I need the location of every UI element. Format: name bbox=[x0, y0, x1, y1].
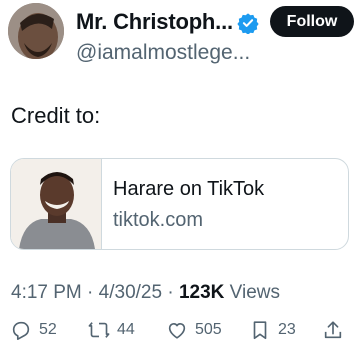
link-card-thumbnail bbox=[11, 159, 102, 249]
thumbnail-image bbox=[11, 159, 101, 249]
tweet-text: Credit to: bbox=[11, 103, 101, 128]
views-label: Views bbox=[224, 282, 280, 303]
reply-icon bbox=[12, 321, 30, 340]
tweet-date[interactable]: 4/30/25 bbox=[99, 282, 162, 303]
link-card-title: Harare on TikTok bbox=[113, 178, 265, 200]
avatar-image bbox=[8, 3, 64, 59]
display-name[interactable]: Mr. Christoph... bbox=[76, 9, 233, 35]
follow-button[interactable]: Follow bbox=[270, 6, 354, 37]
like-icon bbox=[168, 322, 186, 339]
reply-count: 52 bbox=[39, 321, 57, 338]
link-card[interactable]: Harare on TikTok tiktok.com bbox=[10, 158, 349, 250]
views-count: 123K bbox=[178, 282, 225, 303]
share-button[interactable] bbox=[322, 319, 351, 341]
link-card-domain: tiktok.com bbox=[113, 209, 204, 231]
meta-separator: · bbox=[81, 282, 99, 303]
bookmark-count: 23 bbox=[278, 321, 296, 338]
reply-button[interactable]: 52 bbox=[10, 319, 57, 341]
like-button[interactable]: 505 bbox=[166, 319, 222, 341]
user-handle[interactable]: @iamalmostlege... bbox=[76, 41, 250, 65]
tweet-meta: 4:17 PM · 4/30/25 · 123K Views bbox=[11, 282, 280, 304]
repost-button[interactable]: 44 bbox=[88, 319, 135, 341]
tweet-time[interactable]: 4:17 PM bbox=[11, 282, 82, 303]
repost-icon bbox=[88, 322, 110, 338]
share-icon bbox=[324, 321, 342, 339]
bookmark-button[interactable]: 23 bbox=[249, 319, 296, 341]
meta-separator: · bbox=[162, 282, 179, 303]
like-count: 505 bbox=[195, 321, 222, 338]
repost-count: 44 bbox=[117, 321, 135, 338]
verified-badge-icon bbox=[237, 13, 259, 34]
bookmark-icon bbox=[253, 321, 267, 340]
avatar[interactable] bbox=[8, 3, 64, 59]
